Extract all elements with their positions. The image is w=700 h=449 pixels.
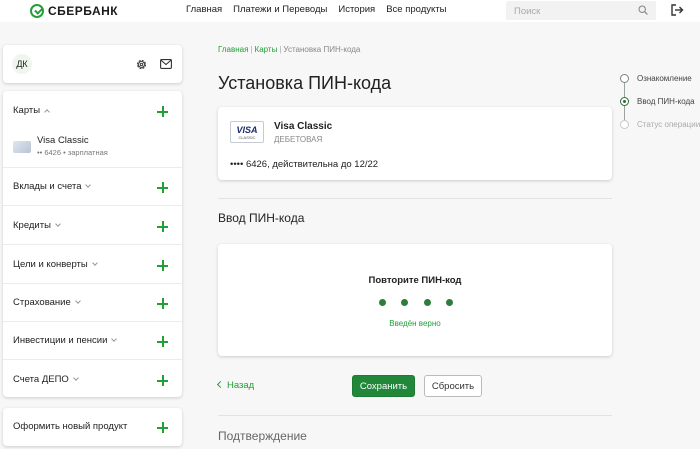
breadcrumb: Главная | Карты | Установка ПИН-кода	[218, 45, 361, 54]
step-active-icon	[620, 97, 629, 106]
top-navigation: Главная Платежи и Переводы История Все п…	[186, 4, 446, 15]
section-divider	[218, 198, 612, 199]
step-done-icon	[620, 74, 629, 83]
back-link[interactable]: Назад	[216, 380, 255, 391]
card-info-number: •••• 6426, действительна до 12/22	[230, 159, 379, 170]
reset-button[interactable]: Сбросить	[424, 375, 482, 397]
products-row-label: Страхование	[13, 297, 71, 308]
products-row-label: Вклады и счета	[13, 181, 82, 192]
brand-name: СБЕРБАНК	[48, 4, 119, 18]
sberbank-logo[interactable]: СБЕРБАНК	[30, 2, 118, 20]
breadcrumb-home[interactable]: Главная	[218, 45, 248, 54]
chevron-down-icon[interactable]	[72, 375, 79, 381]
pin-status-message: Введён верно	[389, 319, 441, 328]
gear-icon[interactable]	[135, 58, 148, 71]
card-info-type: ДЕБЕТОВАЯ	[274, 135, 323, 144]
card-name: Visa Classic	[37, 135, 89, 146]
chevron-left-icon	[216, 380, 225, 389]
visa-logo-subtext: CLASSIC	[238, 135, 256, 140]
add-card-icon[interactable]	[157, 106, 168, 117]
add-depo-icon[interactable]	[157, 375, 168, 386]
card-details: •• 6426 • зарплатная	[37, 148, 108, 157]
add-product-icon[interactable]	[157, 422, 168, 433]
breadcrumb-current: Установка ПИН-кода	[283, 45, 361, 54]
save-button[interactable]: Сохранить	[352, 375, 415, 397]
chevron-down-icon[interactable]	[85, 182, 92, 188]
products-row-label: Счета ДЕПО	[13, 374, 69, 385]
pin-dot	[423, 299, 431, 306]
step-intro: Ознакомление	[620, 72, 700, 86]
breadcrumb-cards[interactable]: Карты	[255, 45, 278, 54]
confirm-section-title: Подтверждение	[218, 429, 307, 443]
products-row-deposits[interactable]: Вклады и счета	[3, 168, 182, 206]
step-label: Ввод ПИН-кода	[637, 97, 695, 106]
card-info-name: Visa Classic	[274, 121, 333, 132]
pin-dots	[379, 299, 453, 307]
card-list-item[interactable]: Visa Classic •• 6426 • зарплатная	[13, 135, 163, 161]
visa-card-logo: VISA CLASSIC	[230, 121, 264, 143]
products-row-label: Кредиты	[13, 220, 51, 231]
products-row-credits[interactable]: Кредиты	[3, 207, 182, 245]
pin-entry-panel[interactable]: Повторите ПИН-код Введён верно	[218, 244, 612, 356]
products-panel: Карты Visa Classic •• 6426 • зарплатная …	[3, 91, 182, 397]
pin-dot	[379, 299, 386, 306]
page-title: Установка ПИН-кода	[218, 73, 392, 93]
step-pin-entry: Ввод ПИН-кода	[620, 95, 700, 109]
back-label: Назад	[227, 380, 255, 391]
step-label: Статус операции	[637, 120, 700, 129]
add-goal-icon[interactable]	[157, 260, 168, 271]
products-row-insurance[interactable]: Страхование	[3, 284, 182, 322]
mail-icon[interactable]	[160, 59, 172, 69]
chevron-up-icon[interactable]	[44, 109, 50, 115]
products-row-label: Инвестиции и пенсии	[13, 335, 108, 346]
logout-icon[interactable]	[670, 3, 684, 17]
pin-section-title: Ввод ПИН-кода	[218, 211, 305, 225]
card-info-panel: VISA CLASSIC Visa Classic ДЕБЕТОВАЯ ••••…	[218, 107, 612, 180]
add-investment-icon[interactable]	[157, 336, 168, 347]
chevron-down-icon[interactable]	[91, 260, 98, 266]
progress-stepper: Ознакомление Ввод ПИН-кода Статус операц…	[620, 72, 700, 132]
pin-dot	[401, 299, 409, 306]
products-row-depo[interactable]: Счета ДЕПО	[3, 361, 182, 399]
products-row-cards[interactable]: Карты Visa Classic •• 6426 • зарплатная	[3, 91, 182, 168]
products-row-investments[interactable]: Инвестиции и пенсии	[3, 322, 182, 360]
nav-all-products[interactable]: Все продукты	[386, 4, 446, 15]
products-row-label: Цели и конверты	[13, 259, 88, 270]
step-status: Статус операции	[620, 118, 700, 132]
products-row-goals[interactable]: Цели и конверты	[3, 246, 182, 284]
nav-history[interactable]: История	[338, 4, 375, 15]
visa-logo-text: VISA	[236, 125, 258, 135]
add-deposit-icon[interactable]	[157, 182, 168, 193]
step-label: Ознакомление	[637, 74, 692, 83]
new-product-label: Оформить новый продукт	[13, 421, 128, 432]
nav-payments[interactable]: Платежи и Переводы	[233, 4, 327, 15]
nav-home[interactable]: Главная	[186, 4, 222, 15]
search-icon[interactable]	[638, 5, 648, 15]
add-insurance-icon[interactable]	[157, 298, 168, 309]
products-row-label: Карты	[13, 105, 41, 116]
pin-dot	[445, 299, 453, 306]
add-credit-icon[interactable]	[157, 221, 168, 232]
chevron-down-icon[interactable]	[55, 221, 61, 227]
profile-card: ДК	[3, 45, 182, 83]
search-box	[506, 1, 656, 21]
step-future-icon	[620, 120, 629, 129]
chevron-down-icon[interactable]	[74, 298, 81, 304]
sberbank-logo-icon	[30, 4, 44, 18]
new-product-card[interactable]: Оформить новый продукт	[3, 408, 182, 446]
pin-repeat-label: Повторите ПИН-код	[368, 275, 462, 286]
avatar[interactable]: ДК	[12, 54, 32, 74]
section-divider	[218, 415, 612, 416]
top-bar: СБЕРБАНК Главная Платежи и Переводы Исто…	[0, 0, 700, 22]
card-thumbnail	[13, 141, 31, 153]
chevron-down-icon[interactable]	[111, 336, 118, 342]
search-input[interactable]	[506, 2, 626, 21]
